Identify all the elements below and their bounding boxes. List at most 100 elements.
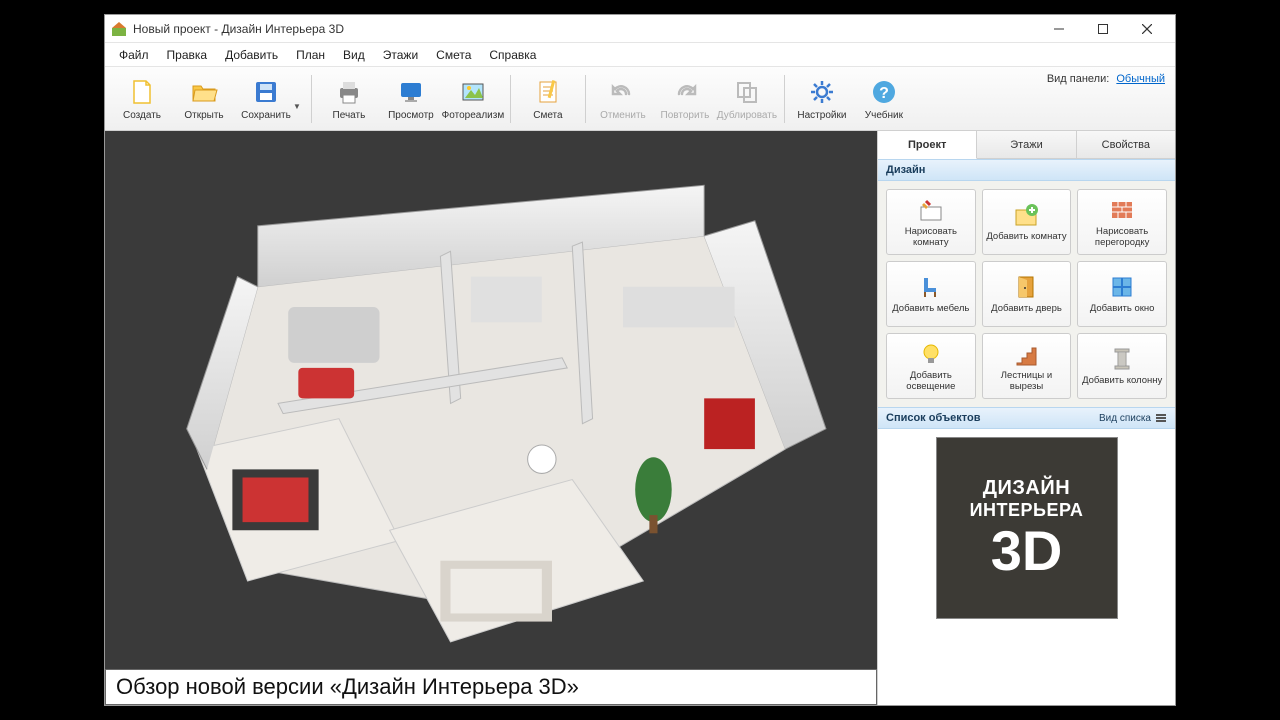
open-button[interactable]: Открыть xyxy=(173,70,235,128)
separator xyxy=(311,75,312,123)
body: Обзор новой версии «Дизайн Интерьера 3D»… xyxy=(105,131,1175,705)
undo-button[interactable]: Отменить xyxy=(592,70,654,128)
logo-line2: ИНТЕРЬЕРА xyxy=(970,500,1084,521)
list-view-switch[interactable]: Вид списка xyxy=(1099,412,1167,424)
titlebar: Новый проект - Дизайн Интерьера 3D xyxy=(105,15,1175,43)
draw-partition-label: Нарисовать перегородку xyxy=(1080,227,1164,248)
add-furniture-button[interactable]: Добавить мебель xyxy=(886,261,976,327)
maximize-button[interactable] xyxy=(1081,15,1125,43)
undo-label: Отменить xyxy=(600,110,646,121)
tab-project[interactable]: Проект xyxy=(878,131,977,159)
menu-add[interactable]: Добавить xyxy=(217,46,286,64)
add-room-button[interactable]: Добавить комнату xyxy=(982,189,1072,255)
objects-header-label: Список объектов xyxy=(886,412,980,424)
create-label: Создать xyxy=(123,110,161,121)
objects-section-header: Список объектов Вид списка xyxy=(878,407,1175,429)
chair-icon xyxy=(917,273,945,301)
column-icon xyxy=(1108,345,1136,373)
menu-file[interactable]: Файл xyxy=(111,46,157,64)
notepad-icon xyxy=(533,77,563,107)
gear-icon xyxy=(807,77,837,107)
menu-help[interactable]: Справка xyxy=(481,46,544,64)
stairs-label: Лестницы и вырезы xyxy=(985,371,1069,392)
print-button[interactable]: Печать xyxy=(318,70,380,128)
caption-text: Обзор новой версии «Дизайн Интерьера 3D» xyxy=(116,674,579,700)
side-tabs: Проект Этажи Свойства xyxy=(878,131,1175,159)
panel-type-value[interactable]: Обычный xyxy=(1116,73,1165,85)
print-label: Печать xyxy=(333,110,366,121)
photoreal-button[interactable]: Фотореализм xyxy=(442,70,504,128)
menu-estimate[interactable]: Смета xyxy=(428,46,479,64)
add-room-icon xyxy=(1012,201,1040,229)
logo-line3: 3D xyxy=(991,523,1063,579)
menu-floors[interactable]: Этажи xyxy=(375,46,426,64)
duplicate-button[interactable]: Дублировать xyxy=(716,70,778,128)
video-caption: Обзор новой версии «Дизайн Интерьера 3D» xyxy=(105,669,877,705)
floorplan-render xyxy=(136,165,846,670)
duplicate-label: Дублировать xyxy=(717,110,777,121)
create-button[interactable]: Создать xyxy=(111,70,173,128)
add-window-button[interactable]: Добавить окно xyxy=(1077,261,1167,327)
add-door-button[interactable]: Добавить дверь xyxy=(982,261,1072,327)
add-door-label: Добавить дверь xyxy=(991,304,1062,314)
list-view-label: Вид списка xyxy=(1099,413,1151,424)
add-room-label: Добавить комнату xyxy=(986,232,1066,242)
save-button[interactable]: Сохранить xyxy=(235,70,297,128)
viewport-3d[interactable]: Обзор новой версии «Дизайн Интерьера 3D» xyxy=(105,131,877,705)
add-lighting-button[interactable]: Добавить освещение xyxy=(886,333,976,399)
undo-icon xyxy=(608,77,638,107)
save-dropdown-icon[interactable]: ▼ xyxy=(293,102,301,111)
preview-label: Просмотр xyxy=(388,110,434,121)
panel-type-label: Вид панели: xyxy=(1047,73,1109,85)
object-list: ДИЗАЙН ИНТЕРЬЕРА 3D xyxy=(878,429,1175,705)
menu-edit[interactable]: Правка xyxy=(159,46,216,64)
estimate-label: Смета xyxy=(533,110,562,121)
add-furniture-label: Добавить мебель xyxy=(892,304,969,314)
add-lighting-label: Добавить освещение xyxy=(889,371,973,392)
photoreal-icon xyxy=(458,77,488,107)
window-controls xyxy=(1037,15,1169,43)
side-panel: Проект Этажи Свойства Дизайн Нарисовать … xyxy=(877,131,1175,705)
app-logo-tile: ДИЗАЙН ИНТЕРЬЕРА 3D xyxy=(936,437,1118,619)
list-view-icon xyxy=(1155,412,1167,424)
svg-text:?: ? xyxy=(879,85,889,102)
tab-floors[interactable]: Этажи xyxy=(977,131,1076,158)
menu-plan[interactable]: План xyxy=(288,46,333,64)
separator xyxy=(784,75,785,123)
folder-open-icon xyxy=(189,77,219,107)
redo-button[interactable]: Повторить xyxy=(654,70,716,128)
add-column-button[interactable]: Добавить колонну xyxy=(1077,333,1167,399)
estimate-button[interactable]: Смета xyxy=(517,70,579,128)
monitor-icon xyxy=(396,77,426,107)
redo-label: Повторить xyxy=(661,110,710,121)
preview-button[interactable]: Просмотр xyxy=(380,70,442,128)
separator xyxy=(585,75,586,123)
redo-icon xyxy=(670,77,700,107)
new-file-icon xyxy=(127,77,157,107)
add-column-label: Добавить колонну xyxy=(1082,376,1162,386)
save-label: Сохранить xyxy=(241,110,291,121)
draw-room-label: Нарисовать комнату xyxy=(889,227,973,248)
add-window-label: Добавить окно xyxy=(1090,304,1155,314)
panel-type-switch: Вид панели: Обычный xyxy=(1047,73,1165,85)
close-button[interactable] xyxy=(1125,15,1169,43)
draw-room-button[interactable]: Нарисовать комнату xyxy=(886,189,976,255)
help-icon: ? xyxy=(869,77,899,107)
bulb-icon xyxy=(917,340,945,368)
help-button[interactable]: ? Учебник xyxy=(853,70,915,128)
design-header-label: Дизайн xyxy=(886,164,925,176)
menu-view[interactable]: Вид xyxy=(335,46,373,64)
app-icon xyxy=(111,21,127,37)
draw-partition-button[interactable]: Нарисовать перегородку xyxy=(1077,189,1167,255)
toolbar: Создать Открыть Сохранить ▼ Печать Просм… xyxy=(105,67,1175,131)
window-title: Новый проект - Дизайн Интерьера 3D xyxy=(133,22,1037,36)
tab-properties[interactable]: Свойства xyxy=(1077,131,1175,158)
app-window: Новый проект - Дизайн Интерьера 3D Файл … xyxy=(104,14,1176,706)
settings-label: Настройки xyxy=(797,110,846,121)
stairs-icon xyxy=(1012,340,1040,368)
stairs-button[interactable]: Лестницы и вырезы xyxy=(982,333,1072,399)
duplicate-icon xyxy=(732,77,762,107)
settings-button[interactable]: Настройки xyxy=(791,70,853,128)
pencil-room-icon xyxy=(917,196,945,224)
minimize-button[interactable] xyxy=(1037,15,1081,43)
